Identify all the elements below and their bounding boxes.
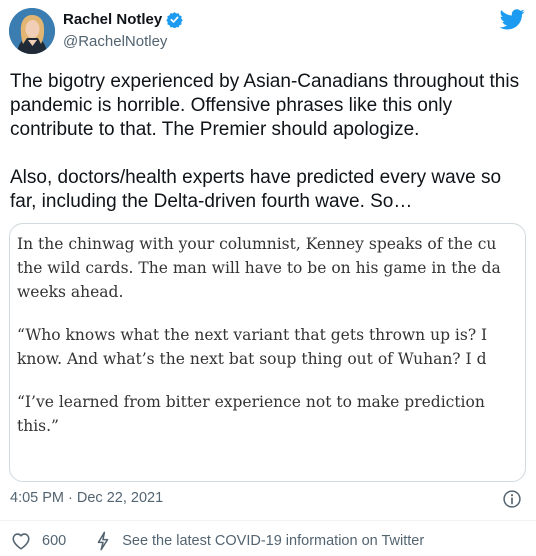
avatar[interactable] bbox=[9, 8, 55, 54]
excerpt-line: know. And what’s the next bat soup thing… bbox=[17, 350, 487, 368]
like-count[interactable]: 600 bbox=[42, 533, 66, 549]
tweet-actions: 600 See the latest COVID-19 information … bbox=[11, 531, 424, 551]
heart-icon[interactable] bbox=[11, 532, 31, 550]
author-name[interactable]: Rachel Notley bbox=[63, 11, 162, 28]
tweet-paragraph: The bigotry experienced by Asian-Canadia… bbox=[10, 71, 520, 140]
excerpt-line: the wild cards. The man will have to be … bbox=[17, 259, 501, 277]
lightning-bolt-icon[interactable] bbox=[96, 531, 110, 551]
twitter-bird-icon[interactable] bbox=[500, 9, 525, 30]
excerpt-paragraph: “I’ve learned from bitter experience not… bbox=[17, 390, 525, 438]
attached-image-card[interactable]: In the chinwag with your columnist, Kenn… bbox=[9, 223, 526, 482]
excerpt-line: “Who knows what the next variant that ge… bbox=[17, 326, 488, 344]
excerpt-paragraph: “Who knows what the next variant that ge… bbox=[17, 323, 525, 371]
tweet-text: The bigotry experienced by Asian-Canadia… bbox=[10, 70, 530, 214]
article-excerpt-image: In the chinwag with your columnist, Kenn… bbox=[17, 232, 525, 438]
tweet-paragraph: Also, doctors/health experts have predic… bbox=[10, 167, 502, 212]
avatar-photo bbox=[9, 8, 55, 54]
excerpt-line: weeks ahead. bbox=[17, 283, 124, 301]
excerpt-line: “I’ve learned from bitter experience not… bbox=[17, 393, 485, 411]
verified-badge-icon bbox=[166, 12, 183, 28]
author-name-row: Rachel Notley bbox=[63, 11, 183, 28]
excerpt-line: In the chinwag with your columnist, Kenn… bbox=[17, 235, 497, 253]
covid-info-link[interactable]: See the latest COVID-19 information on T… bbox=[122, 533, 424, 549]
tweet-timestamp[interactable]: 4:05 PM · Dec 22, 2021 bbox=[10, 490, 163, 506]
excerpt-line: this.” bbox=[17, 417, 59, 435]
divider bbox=[0, 520, 536, 521]
author-handle[interactable]: @RachelNotley bbox=[63, 33, 167, 50]
excerpt-paragraph: In the chinwag with your columnist, Kenn… bbox=[17, 232, 525, 304]
info-icon[interactable] bbox=[502, 489, 522, 509]
